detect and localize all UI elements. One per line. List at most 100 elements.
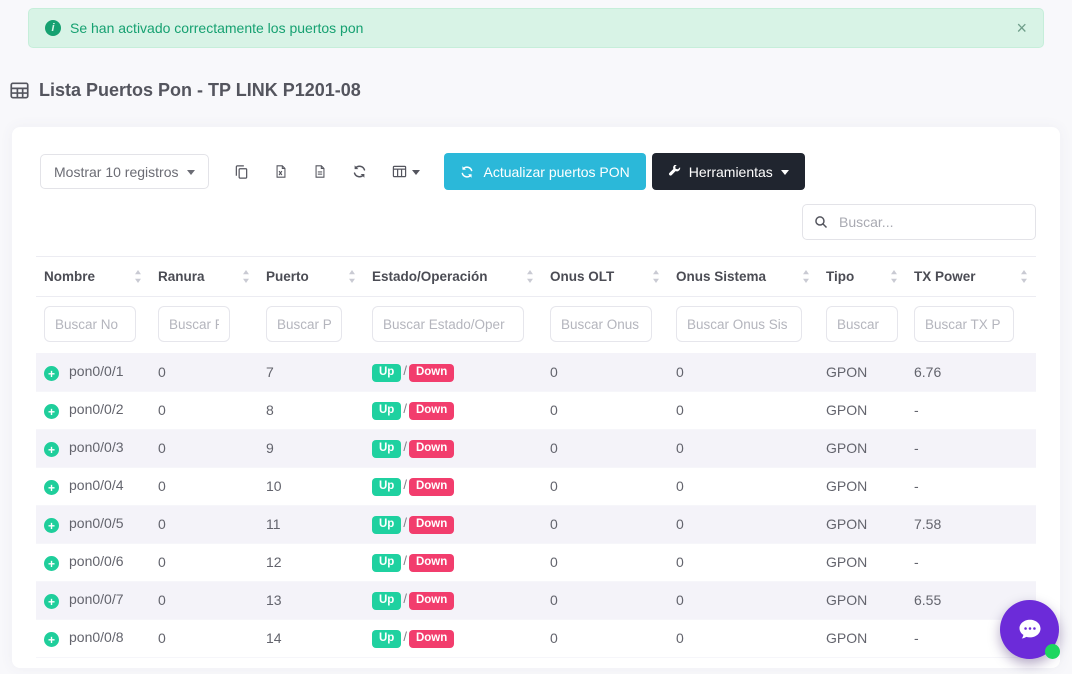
column-header-ranura[interactable]: Ranura [150,257,258,297]
badge-separator: / [403,553,407,568]
tools-dropdown-button[interactable]: Herramientas [652,153,805,190]
port-up-button[interactable]: Up [372,554,401,573]
column-header-label: Onus Sistema [676,269,766,284]
alert-message: Se han activado correctamente los puerto… [70,20,363,36]
filter-ranura-input[interactable] [158,306,230,342]
column-header-nombre[interactable]: Nombre [36,257,150,297]
cell-onus-olt: 0 [542,581,668,619]
port-up-button[interactable]: Up [372,402,401,421]
pon-name: pon0/0/6 [69,553,124,569]
table-row: +pon0/0/5 0 11 Up/Down 0 0 GPON 7.58 [36,505,1036,543]
file-export-button[interactable] [313,163,327,180]
copy-button[interactable] [234,164,249,180]
cell-estado: Up/Down [364,391,542,429]
header-row: Nombre Ranura Puerto Estado/Operación On… [36,257,1036,297]
expand-row-icon[interactable]: + [44,632,59,647]
chat-widget-button[interactable] [1000,600,1059,659]
cell-ranura: 0 [150,429,258,467]
close-icon[interactable]: × [1016,19,1027,37]
cell-onus-olt: 0 [542,467,668,505]
excel-export-button[interactable] [274,163,288,180]
columns-visibility-button[interactable] [392,164,420,179]
cell-tx-power: 6.76 [906,353,1036,391]
filter-onus-olt-input[interactable] [550,306,652,342]
port-up-button[interactable]: Up [372,516,401,535]
show-entries-dropdown[interactable]: Mostrar 10 registros [40,154,209,189]
cell-tipo: GPON [818,505,906,543]
cell-nombre: + pon0/0/7 [36,581,150,619]
filter-estado-input[interactable] [372,306,524,342]
sort-icon [802,270,810,283]
cell-tipo: GPON [818,429,906,467]
column-header-puerto[interactable]: Puerto [258,257,364,297]
expand-row-icon[interactable]: + [44,366,59,381]
filter-row [36,297,1036,354]
cell-onus-olt: 0 [542,353,668,391]
cell-ranura: 0 [150,353,258,391]
port-down-button[interactable]: Down [409,630,454,649]
cell-tx-power: - [906,543,1036,581]
expand-row-icon[interactable]: + [44,518,59,533]
table-row: +pon0/0/8 0 14 Up/Down 0 0 GPON - [36,619,1036,657]
column-header-label: Ranura [158,269,205,284]
cell-tx-power: - [906,429,1036,467]
port-up-button[interactable]: Up [372,364,401,383]
cell-tx-power: 7.58 [906,505,1036,543]
port-up-button[interactable]: Up [372,478,401,497]
port-down-button[interactable]: Down [409,592,454,611]
cell-ranura: 0 [150,391,258,429]
cell-nombre: +pon0/0/2 [36,391,150,429]
port-down-button[interactable]: Down [409,478,454,497]
columns-icon [392,164,407,179]
cell-ranura: 0 [150,467,258,505]
cell-onus-sistema: 0 [668,505,818,543]
expand-row-icon[interactable]: + [44,480,59,495]
sort-icon [348,270,356,283]
tools-label: Herramientas [689,164,773,180]
filter-puerto-input[interactable] [266,306,342,342]
cell-ranura: 0 [150,581,258,619]
badge-separator: / [403,591,407,606]
expand-row-icon[interactable]: + [44,442,59,457]
cell-nombre: + pon0/0/6 [36,543,150,581]
badge-separator: / [403,515,407,530]
pon-name: pon0/0/7 [69,591,124,607]
column-header-estado[interactable]: Estado/Operación [364,257,542,297]
cell-estado: Up/Down [364,581,542,619]
port-down-button[interactable]: Down [409,554,454,573]
port-up-button[interactable]: Up [372,440,401,459]
cell-nombre: + pon0/0/5 [36,505,150,543]
cell-puerto: 14 [258,619,364,657]
cell-tipo: GPON [818,353,906,391]
refresh-table-button[interactable] [352,164,367,179]
cell-tipo: GPON [818,581,906,619]
cell-onus-sistema: 0 [668,353,818,391]
column-header-tx-power[interactable]: TX Power [906,257,1036,297]
port-down-button[interactable]: Down [409,516,454,535]
cell-onus-olt: 0 [542,505,668,543]
pon-name: pon0/0/1 [69,363,124,379]
cell-tipo: GPON [818,619,906,657]
column-header-onus-sistema[interactable]: Onus Sistema [668,257,818,297]
filter-tipo-input[interactable] [826,306,898,342]
port-up-button[interactable]: Up [372,592,401,611]
cell-estado: Up/Down [364,619,542,657]
expand-row-icon[interactable]: + [44,594,59,609]
port-down-button[interactable]: Down [409,440,454,459]
port-down-button[interactable]: Down [409,402,454,421]
expand-row-icon[interactable]: + [44,556,59,571]
port-up-button[interactable]: Up [372,630,401,649]
file-icon [313,163,327,180]
column-header-tipo[interactable]: Tipo [818,257,906,297]
update-pon-ports-button[interactable]: Actualizar puertos PON [444,153,645,190]
cell-tx-power: - [906,467,1036,505]
filter-tx-power-input[interactable] [914,306,1014,342]
filter-nombre-input[interactable] [44,306,136,342]
column-header-onus-olt[interactable]: Onus OLT [542,257,668,297]
expand-row-icon[interactable]: + [44,404,59,419]
search-input[interactable] [839,214,1035,230]
filter-onus-sistema-input[interactable] [676,306,802,342]
pon-name: pon0/0/5 [69,515,124,531]
cell-nombre: +pon0/0/8 [36,619,150,657]
port-down-button[interactable]: Down [409,364,454,383]
